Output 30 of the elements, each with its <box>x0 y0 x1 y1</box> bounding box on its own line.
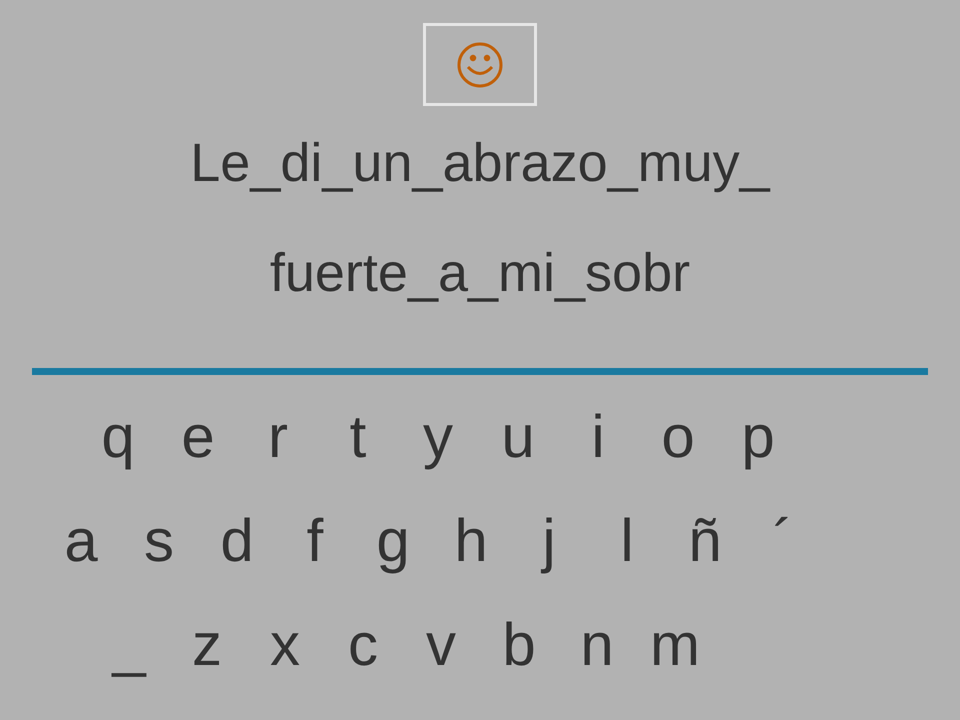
smiley-icon <box>457 42 503 88</box>
letter-key[interactable]: e <box>158 385 238 489</box>
letter-key[interactable]: a <box>42 489 120 593</box>
letter-key[interactable]: f <box>276 489 354 593</box>
letter-key[interactable]: l <box>588 489 666 593</box>
letter-key[interactable]: b <box>480 593 558 697</box>
letter-key[interactable]: z <box>168 593 246 697</box>
letter-key[interactable]: _ <box>90 593 168 697</box>
letter-key[interactable]: m <box>636 593 714 697</box>
letter-key[interactable]: p <box>718 385 798 489</box>
letter-key[interactable]: s <box>120 489 198 593</box>
letter-key[interactable]: i <box>558 385 638 489</box>
letter-key[interactable]: ´ <box>744 489 822 593</box>
letter-key[interactable]: o <box>638 385 718 489</box>
sentence-line: fuerte_a_mi_sobr <box>270 242 690 305</box>
letter-key[interactable]: r <box>238 385 318 489</box>
letter-key[interactable]: u <box>478 385 558 489</box>
letter-key[interactable]: v <box>402 593 480 697</box>
letter-key[interactable]: g <box>354 489 432 593</box>
letter-key[interactable]: c <box>324 593 402 697</box>
letter-key[interactable]: x <box>246 593 324 697</box>
letter-key[interactable]: h <box>432 489 510 593</box>
letter-key[interactable]: q <box>78 385 158 489</box>
letter-key[interactable]: d <box>198 489 276 593</box>
letter-key[interactable]: n <box>558 593 636 697</box>
sentence-line: Le_di_un_abrazo_muy_ <box>190 132 770 195</box>
letter-key[interactable]: y <box>398 385 478 489</box>
letter-key[interactable]: t <box>318 385 398 489</box>
letter-key[interactable]: j <box>510 489 588 593</box>
letter-key[interactable]: ñ <box>666 489 744 593</box>
